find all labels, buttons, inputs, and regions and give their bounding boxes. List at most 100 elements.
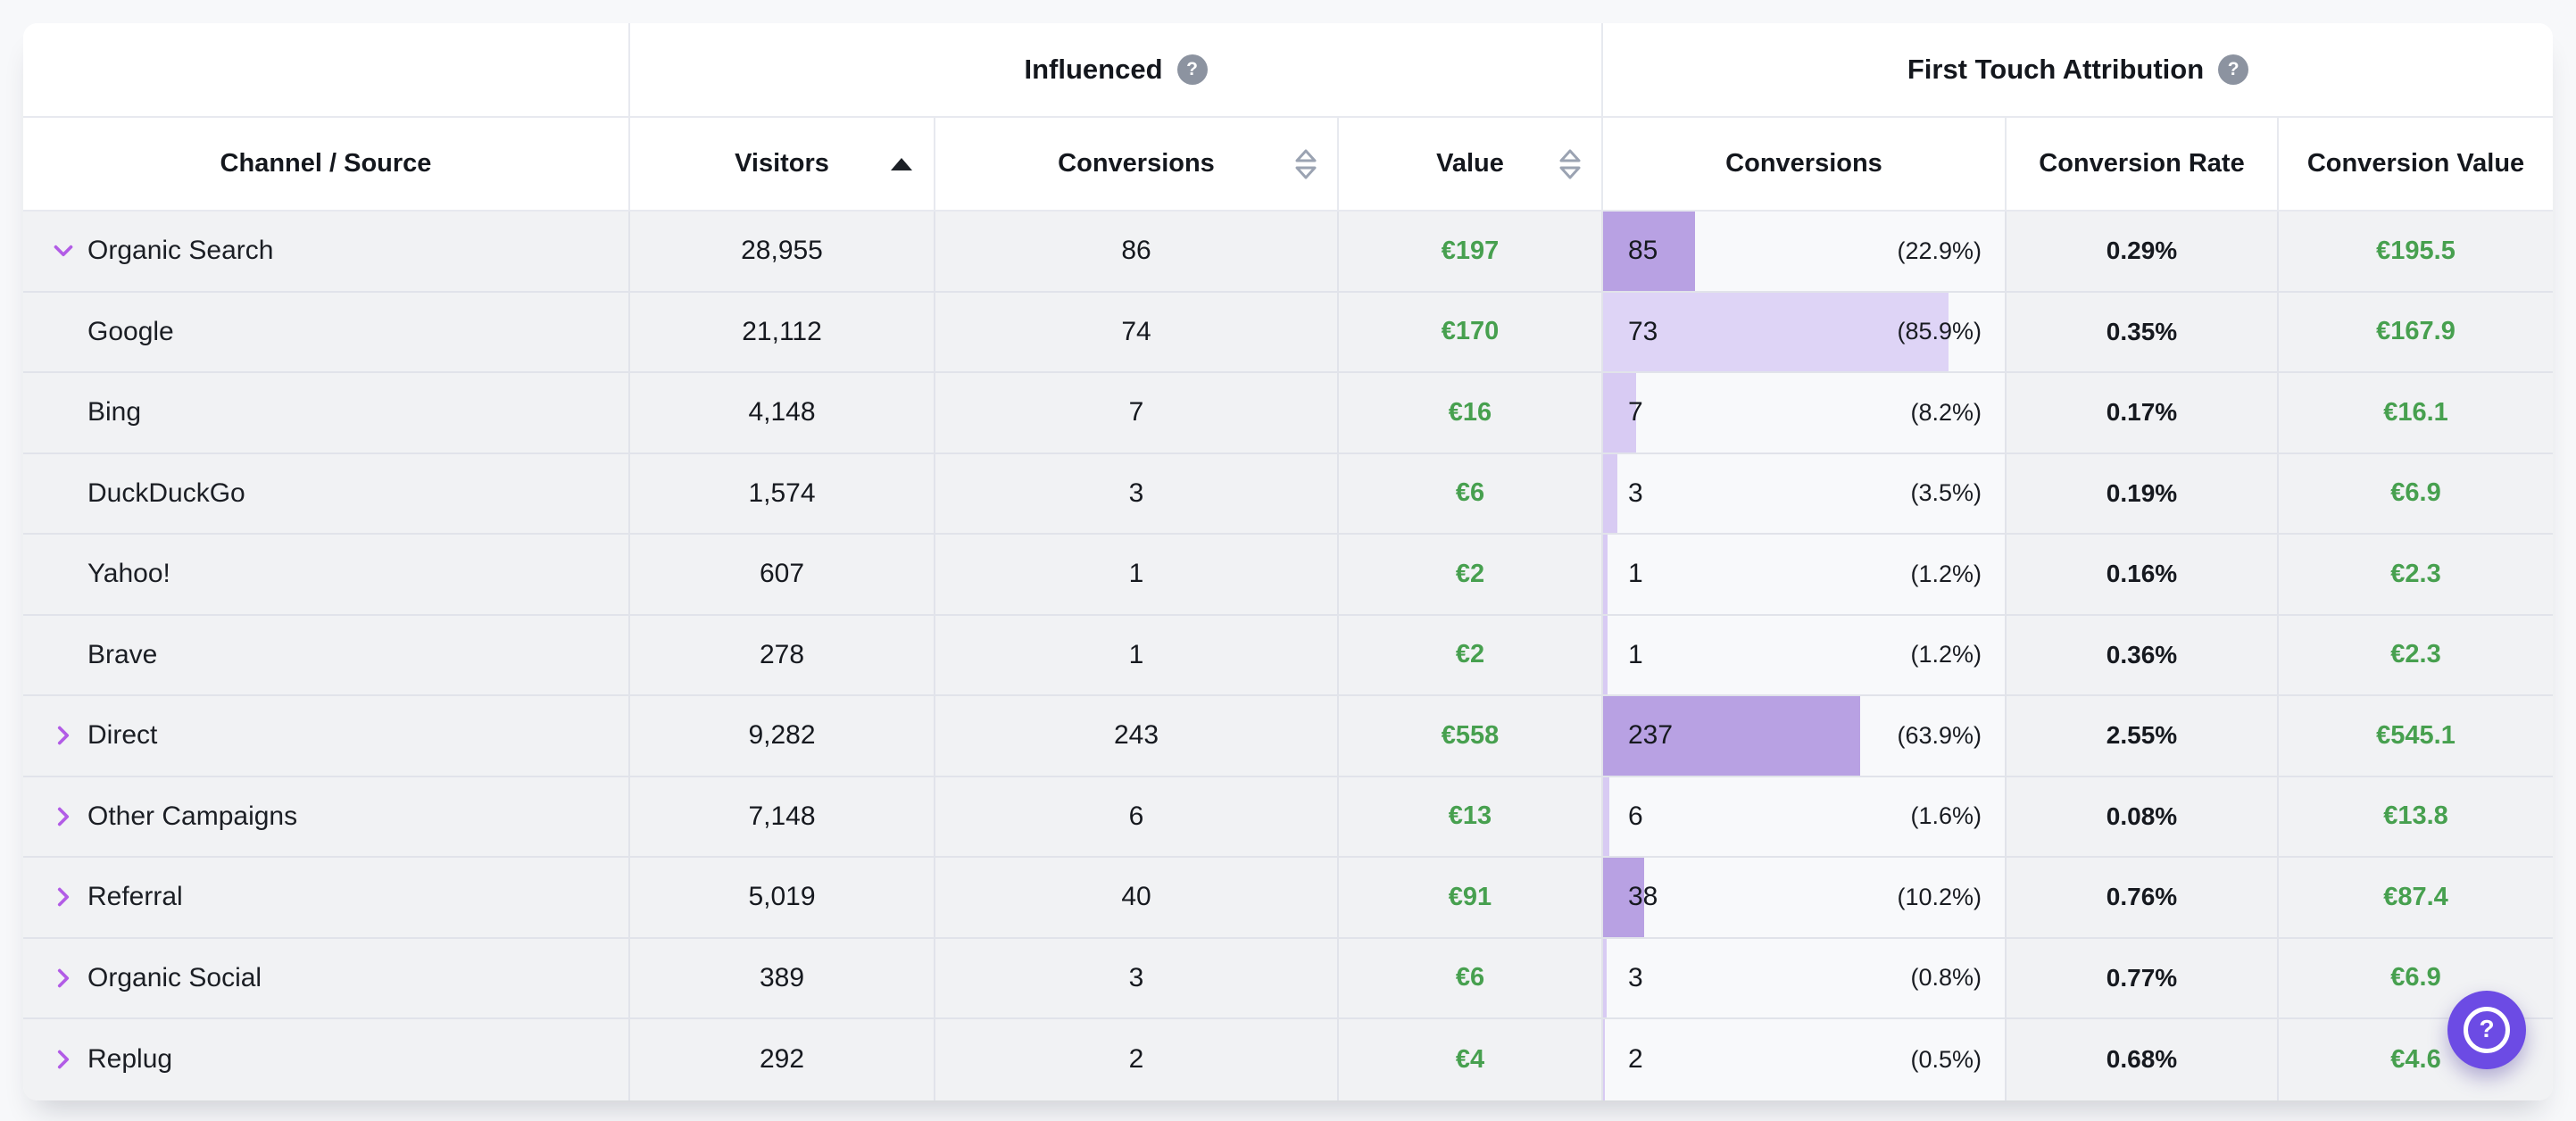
channel-cell: Google <box>23 293 630 372</box>
header-channel-source[interactable]: Channel / Source <box>23 118 630 212</box>
fta-conversions-cell: 2 (0.5%) <box>1603 1019 2007 1100</box>
table-row[interactable]: Organic Social 389 3 €6 3 (0.8%) 0.77% €… <box>23 939 2553 1020</box>
conversion-value-cell: €2.3 <box>2279 535 2553 614</box>
row-expand-toggle[interactable] <box>48 236 87 266</box>
fta-conversions-cell: 1 (1.2%) <box>1603 616 2007 695</box>
conversion-value-cell: €16.1 <box>2279 373 2553 453</box>
table-body: Organic Search 28,955 86 €197 85 (22.9%)… <box>23 212 2553 1100</box>
visitors-cell: 1,574 <box>630 454 935 534</box>
fta-conversions-cell: 3 (3.5%) <box>1603 454 2007 534</box>
fta-conversions-value: 1 <box>1628 640 1643 670</box>
channel-cell: Replug <box>23 1019 630 1100</box>
table-row[interactable]: Replug 292 2 €4 2 (0.5%) 0.68% €4.6 <box>23 1019 2553 1100</box>
visitors-cell: 5,019 <box>630 858 935 937</box>
header-influenced-conversions[interactable]: Conversions <box>935 118 1339 212</box>
influenced-conversions-cell: 1 <box>935 535 1339 614</box>
chevron-right-icon <box>48 801 79 832</box>
conversion-share-bar <box>1603 616 1608 695</box>
row-expand-toggle[interactable] <box>48 963 87 993</box>
row-expand-toggle[interactable] <box>48 720 87 751</box>
influenced-conversions-cell: 40 <box>935 858 1339 937</box>
header-conversion-value[interactable]: Conversion Value <box>2279 118 2553 212</box>
conversion-share-bar <box>1603 1019 1605 1100</box>
table-row[interactable]: Google 21,112 74 €170 73 (85.9%) 0.35% €… <box>23 293 2553 374</box>
table-row[interactable]: Direct 9,282 243 €558 237 (63.9%) 2.55% … <box>23 696 2553 777</box>
table-row[interactable]: DuckDuckGo 1,574 3 €6 3 (3.5%) 0.19% €6.… <box>23 454 2553 536</box>
fta-conversions-percent: (8.2%) <box>1910 399 1982 427</box>
influenced-conversions-cell: 7 <box>935 373 1339 453</box>
influenced-conversions-cell: 74 <box>935 293 1339 372</box>
header-channel-label: Channel / Source <box>220 149 432 179</box>
attribution-table: Influenced ? First Touch Attribution ? C… <box>23 23 2553 1100</box>
fta-conversions-percent: (22.9%) <box>1897 237 1982 265</box>
fta-conversions-cell: 6 (1.6%) <box>1603 777 2007 857</box>
channel-label: Organic Social <box>87 963 262 993</box>
fta-conversions-value: 7 <box>1628 397 1643 428</box>
influenced-value-cell: €2 <box>1339 616 1603 695</box>
channel-cell: Bing <box>23 373 630 453</box>
conversion-rate-cell: 0.19% <box>2007 454 2279 534</box>
header-conversion-rate[interactable]: Conversion Rate <box>2007 118 2279 212</box>
channel-label: Google <box>87 317 174 347</box>
sort-icon[interactable] <box>1558 148 1582 180</box>
conversion-rate-cell: 2.55% <box>2007 696 2279 776</box>
row-expand-toggle[interactable] <box>48 801 87 832</box>
table-row[interactable]: Yahoo! 607 1 €2 1 (1.2%) 0.16% €2.3 <box>23 535 2553 616</box>
sort-asc-active-icon[interactable] <box>889 156 914 172</box>
visitors-cell: 278 <box>630 616 935 695</box>
influenced-value-cell: €6 <box>1339 939 1603 1018</box>
influenced-value-cell: €4 <box>1339 1019 1603 1100</box>
channel-cell: Yahoo! <box>23 535 630 614</box>
influenced-value-cell: €2 <box>1339 535 1603 614</box>
header-visitors[interactable]: Visitors <box>630 118 935 212</box>
fta-conversions-cell: 1 (1.2%) <box>1603 535 2007 614</box>
table-row[interactable]: Organic Search 28,955 86 €197 85 (22.9%)… <box>23 212 2553 293</box>
first-touch-group-label: First Touch Attribution <box>1907 54 2204 86</box>
influenced-value-cell: €6 <box>1339 454 1603 534</box>
table-row[interactable]: Brave 278 1 €2 1 (1.2%) 0.36% €2.3 <box>23 616 2553 697</box>
influenced-value-cell: €91 <box>1339 858 1603 937</box>
table-row[interactable]: Bing 4,148 7 €16 7 (8.2%) 0.17% €16.1 <box>23 373 2553 454</box>
row-expand-toggle[interactable] <box>48 1044 87 1075</box>
header-fta-conversions[interactable]: Conversions <box>1603 118 2007 212</box>
conversion-rate-cell: 0.16% <box>2007 535 2279 614</box>
conversion-value-cell: €195.5 <box>2279 212 2553 291</box>
conversion-rate-cell: 0.76% <box>2007 858 2279 937</box>
influenced-group-label: Influenced <box>1024 54 1162 86</box>
fta-conversions-cell: 73 (85.9%) <box>1603 293 2007 372</box>
conversion-value-cell: €545.1 <box>2279 696 2553 776</box>
channel-cell: Referral <box>23 858 630 937</box>
group-header-first-touch: First Touch Attribution ? <box>1603 23 2553 118</box>
chevron-down-icon <box>48 236 79 266</box>
table-row[interactable]: Referral 5,019 40 €91 38 (10.2%) 0.76% €… <box>23 858 2553 939</box>
conversion-rate-cell: 0.35% <box>2007 293 2279 372</box>
conversion-value-cell: €2.3 <box>2279 616 2553 695</box>
influenced-value-cell: €13 <box>1339 777 1603 857</box>
fta-conversions-cell: 85 (22.9%) <box>1603 212 2007 291</box>
conversion-share-bar <box>1603 939 1607 1018</box>
header-influenced-value[interactable]: Value <box>1339 118 1603 212</box>
influenced-help-icon[interactable]: ? <box>1177 54 1208 85</box>
conversion-rate-cell: 0.08% <box>2007 777 2279 857</box>
fta-conversions-cell: 7 (8.2%) <box>1603 373 2007 453</box>
influenced-conversions-cell: 3 <box>935 454 1339 534</box>
help-fab-button[interactable]: ? <box>2447 991 2526 1069</box>
sort-icon[interactable] <box>1294 148 1317 180</box>
fta-conversions-percent: (63.9%) <box>1897 722 1982 750</box>
table-row[interactable]: Other Campaigns 7,148 6 €13 6 (1.6%) 0.0… <box>23 777 2553 859</box>
row-expand-toggle[interactable] <box>48 882 87 912</box>
influenced-conversions-cell: 2 <box>935 1019 1339 1100</box>
visitors-cell: 28,955 <box>630 212 935 291</box>
channel-label: Other Campaigns <box>87 801 297 832</box>
fta-conversions-percent: (1.2%) <box>1910 641 1982 668</box>
fta-conversions-percent: (85.9%) <box>1897 318 1982 345</box>
fta-conversions-value: 85 <box>1628 236 1658 266</box>
influenced-value-cell: €170 <box>1339 293 1603 372</box>
fta-conversions-value: 3 <box>1628 963 1643 993</box>
visitors-cell: 4,148 <box>630 373 935 453</box>
fta-conversions-percent: (0.8%) <box>1910 964 1982 992</box>
first-touch-help-icon[interactable]: ? <box>2218 54 2248 85</box>
header-influenced-value-label: Value <box>1436 149 1504 179</box>
conversion-rate-cell: 0.17% <box>2007 373 2279 453</box>
header-conversion-rate-label: Conversion Rate <box>2039 149 2244 179</box>
